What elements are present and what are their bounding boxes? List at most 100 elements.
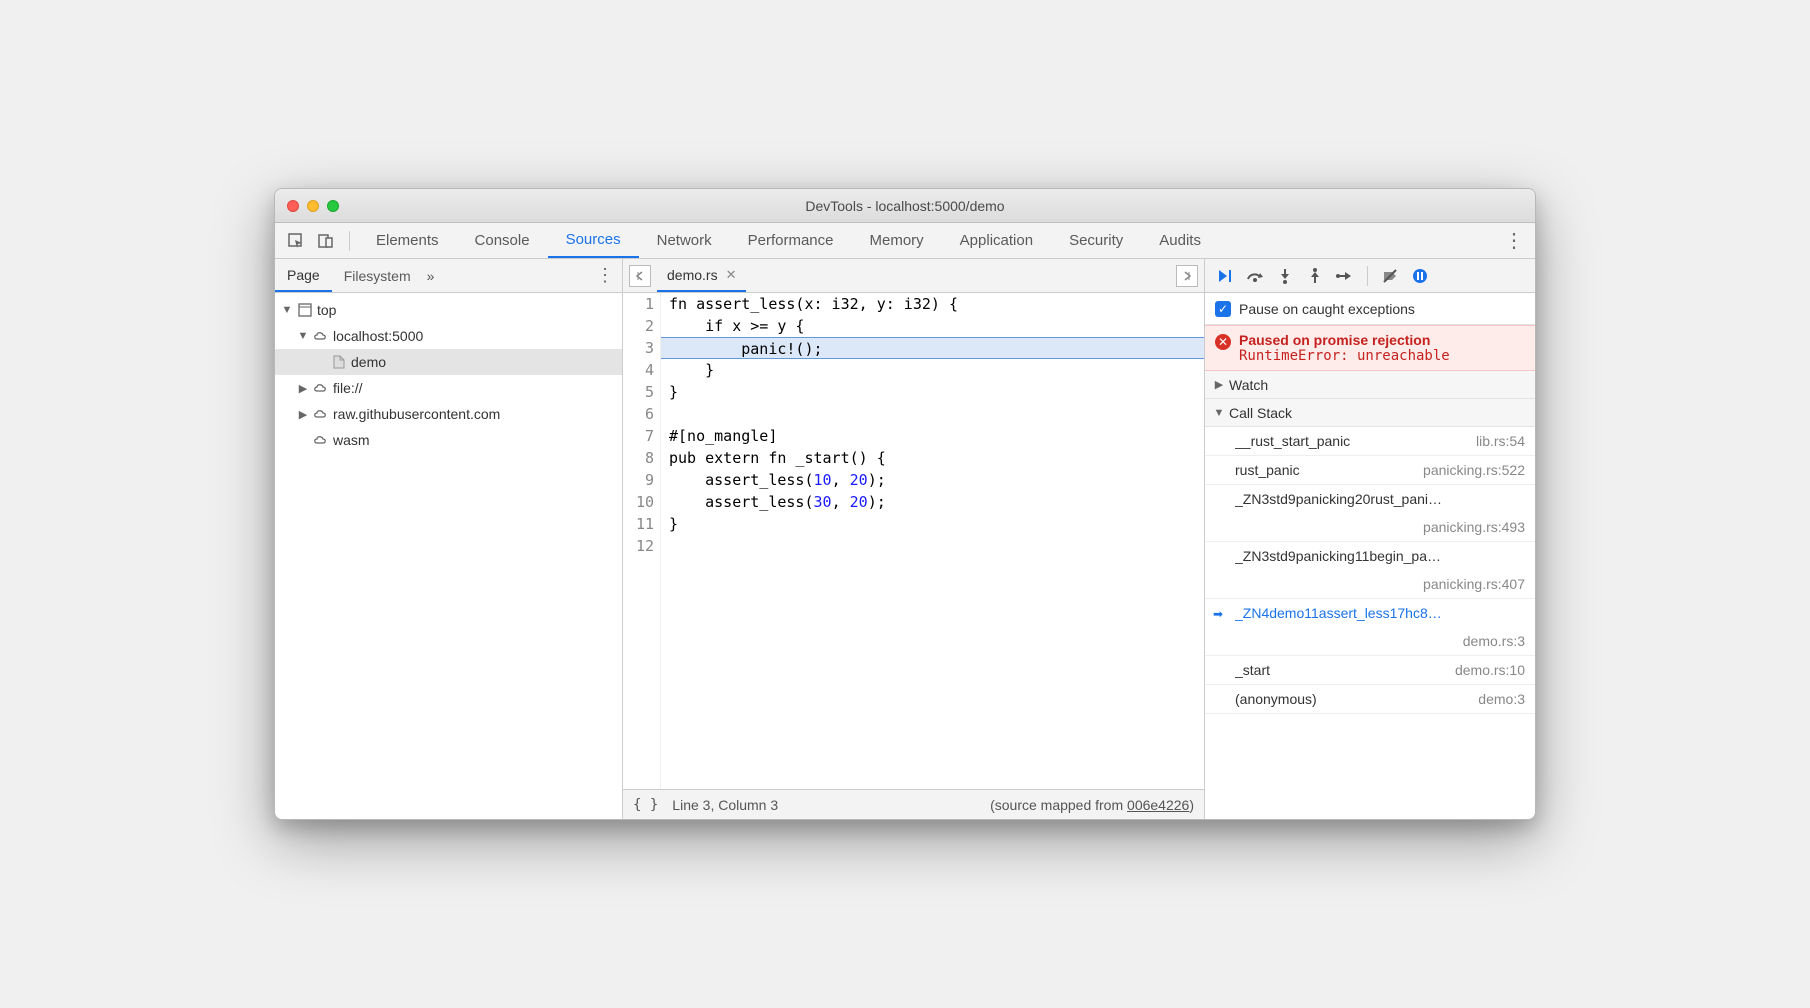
navigator-more-icon[interactable]: »: [427, 268, 435, 284]
line-number[interactable]: 9: [623, 469, 654, 491]
editor-tab-bar: demo.rs ✕: [623, 259, 1204, 293]
disclosure-triangle-icon[interactable]: ▶: [297, 382, 309, 395]
callstack-frame[interactable]: rust_panicpanicking.rs:522: [1205, 456, 1535, 485]
disclosure-triangle-icon[interactable]: ▶: [297, 408, 309, 421]
callstack-frame[interactable]: _ZN3std9panicking20rust_pani… panicking.r…: [1205, 485, 1535, 542]
frame-function: __rust_start_panic: [1235, 433, 1350, 449]
tree-top[interactable]: ▼ top: [275, 297, 622, 323]
window-controls: [287, 200, 339, 212]
frame-function: _ZN3std9panicking11begin_pa…: [1235, 548, 1441, 564]
pause-on-caught-row[interactable]: ✓ Pause on caught exceptions: [1205, 293, 1535, 325]
frame-location: panicking.rs:493: [1423, 519, 1525, 535]
line-number[interactable]: 11: [623, 513, 654, 535]
line-number[interactable]: 8: [623, 447, 654, 469]
tab-performance[interactable]: Performance: [730, 223, 852, 258]
navigator-pane: Page Filesystem » ⋮ ▼ top ▼: [275, 259, 623, 819]
tree-file-scheme[interactable]: ▶ file://: [275, 375, 622, 401]
debugger-pane: ✓ Pause on caught exceptions ✕ Paused on…: [1205, 259, 1535, 819]
callstack-frame[interactable]: _start demo.rs:10: [1205, 656, 1535, 685]
paused-reason-box: ✕ Paused on promise rejection RuntimeErr…: [1205, 325, 1535, 371]
tree-host[interactable]: ▼ localhost:5000: [275, 323, 622, 349]
callstack-frame[interactable]: _ZN3std9panicking11begin_pa… panicking.rs…: [1205, 542, 1535, 599]
step-over-icon[interactable]: [1241, 262, 1269, 290]
nav-forward-icon[interactable]: [1176, 265, 1198, 287]
close-window-button[interactable]: [287, 200, 299, 212]
tab-memory[interactable]: Memory: [852, 223, 942, 258]
callstack-frame[interactable]: _ZN4demo11assert_less17hc8…demo.rs:3: [1205, 599, 1535, 656]
disclosure-triangle-icon[interactable]: ▼: [297, 330, 309, 342]
minimize-window-button[interactable]: [307, 200, 319, 212]
disclosure-triangle-icon[interactable]: ▼: [281, 304, 293, 316]
line-number[interactable]: 12: [623, 535, 654, 557]
tab-network[interactable]: Network: [639, 223, 730, 258]
nav-back-icon[interactable]: [629, 265, 651, 287]
code-line: }: [661, 359, 1204, 381]
callstack-section-header[interactable]: ▼ Call Stack: [1205, 399, 1535, 427]
line-number[interactable]: 2: [623, 315, 654, 337]
cloud-icon: [313, 328, 329, 344]
main-tab-bar: Elements Console Sources Network Perform…: [275, 223, 1535, 259]
resume-icon[interactable]: [1211, 262, 1239, 290]
frame-location: panicking.rs:407: [1423, 576, 1525, 592]
line-number[interactable]: 1: [623, 293, 654, 315]
callstack-frame[interactable]: (anonymous)demo:3: [1205, 685, 1535, 714]
maximize-window-button[interactable]: [327, 200, 339, 212]
frame-function: _start: [1235, 662, 1270, 678]
code-line: assert_less(10, 20);: [661, 469, 1204, 491]
code-content: fn assert_less(x: i32, y: i32) { if x >=…: [661, 293, 1204, 789]
tab-security[interactable]: Security: [1051, 223, 1141, 258]
tree-label: localhost:5000: [333, 328, 423, 344]
window-title: DevTools - localhost:5000/demo: [275, 198, 1535, 214]
tab-application[interactable]: Application: [942, 223, 1051, 258]
code-editor[interactable]: 123456789101112 fn assert_less(x: i32, y…: [623, 293, 1204, 789]
navigator-tab-page[interactable]: Page: [275, 259, 332, 292]
more-menu-icon[interactable]: ⋮: [1499, 228, 1529, 253]
code-line: [661, 403, 1204, 425]
tree-wasm[interactable]: ▶ wasm: [275, 427, 622, 453]
close-tab-icon[interactable]: ✕: [726, 267, 737, 283]
devtools-window: DevTools - localhost:5000/demo Elements …: [274, 188, 1536, 820]
line-number[interactable]: 4: [623, 359, 654, 381]
line-number[interactable]: 5: [623, 381, 654, 403]
device-toolbar-icon[interactable]: [311, 226, 341, 256]
pause-exceptions-icon[interactable]: [1406, 262, 1434, 290]
cloud-icon: [313, 380, 329, 396]
source-map-link[interactable]: 006e4226: [1127, 797, 1189, 813]
pretty-print-icon[interactable]: { }: [633, 797, 658, 813]
frame-location: demo.rs:10: [1455, 662, 1525, 678]
frame-function: _ZN3std9panicking20rust_pani…: [1235, 491, 1442, 507]
tab-audits[interactable]: Audits: [1141, 223, 1219, 258]
line-number[interactable]: 6: [623, 403, 654, 425]
line-number[interactable]: 3: [623, 337, 654, 359]
callstack-label: Call Stack: [1229, 405, 1292, 421]
step-icon[interactable]: [1331, 262, 1359, 290]
disclosure-triangle-icon[interactable]: ▶: [1213, 378, 1225, 391]
code-line: fn assert_less(x: i32, y: i32) {: [661, 293, 1204, 315]
inspect-element-icon[interactable]: [281, 226, 311, 256]
checkbox-checked-icon[interactable]: ✓: [1215, 301, 1231, 317]
navigator-menu-icon[interactable]: ⋮: [596, 265, 614, 286]
tab-console[interactable]: Console: [457, 223, 548, 258]
code-line: assert_less(30, 20);: [661, 491, 1204, 513]
navigator-tab-filesystem[interactable]: Filesystem: [332, 259, 423, 292]
tab-sources[interactable]: Sources: [548, 223, 639, 258]
file-tab-demo-rs[interactable]: demo.rs ✕: [657, 259, 746, 292]
editor-pane: demo.rs ✕ 123456789101112 fn assert_less…: [623, 259, 1205, 819]
tree-file-demo[interactable]: demo: [275, 349, 622, 375]
step-into-icon[interactable]: [1271, 262, 1299, 290]
tab-elements[interactable]: Elements: [358, 223, 457, 258]
tree-label: wasm: [333, 432, 370, 448]
watch-section-header[interactable]: ▶ Watch: [1205, 371, 1535, 399]
paused-reason-title: Paused on promise rejection: [1239, 332, 1450, 348]
disclosure-triangle-icon[interactable]: ▼: [1213, 407, 1225, 419]
line-number[interactable]: 10: [623, 491, 654, 513]
tree-label: top: [317, 302, 336, 318]
callstack-frame[interactable]: __rust_start_paniclib.rs:54: [1205, 427, 1535, 456]
code-line: pub extern fn _start() {: [661, 447, 1204, 469]
frame-location: panicking.rs:522: [1423, 462, 1525, 478]
tree-raw-github[interactable]: ▶ raw.githubusercontent.com: [275, 401, 622, 427]
code-line: [661, 535, 1204, 557]
line-number[interactable]: 7: [623, 425, 654, 447]
deactivate-breakpoints-icon[interactable]: [1376, 262, 1404, 290]
step-out-icon[interactable]: [1301, 262, 1329, 290]
